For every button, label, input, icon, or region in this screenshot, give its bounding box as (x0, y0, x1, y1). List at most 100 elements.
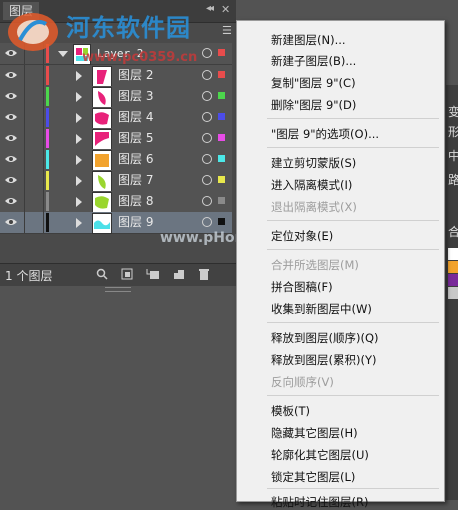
expand-arrow-icon[interactable] (76, 71, 82, 81)
expand-arrow-icon[interactable] (76, 113, 82, 123)
selection-indicator[interactable] (218, 176, 225, 183)
color-swatch[interactable] (448, 274, 458, 286)
menu-separator (267, 147, 439, 148)
layer-row[interactable]: 图层 7 (0, 170, 232, 192)
menu-separator (267, 395, 439, 396)
menu-separator (267, 220, 439, 221)
expand-arrow-icon[interactable] (76, 197, 82, 207)
layer-row[interactable]: 图层 3 (0, 86, 232, 108)
side-panel-text: 合 (448, 225, 458, 239)
visibility-eye-icon[interactable] (5, 112, 17, 122)
menu-item[interactable]: "图层 9"的选项(O)... (271, 127, 379, 142)
menu-separator (267, 488, 439, 489)
layer-thumbnail (92, 171, 112, 192)
collapse-panel-icon[interactable]: ◂◂ (206, 3, 214, 14)
expand-arrow-icon[interactable] (76, 155, 82, 165)
selection-indicator[interactable] (218, 134, 225, 141)
menu-item[interactable]: 收集到新图层中(W) (271, 302, 372, 317)
layer-thumbnail (92, 192, 112, 213)
visibility-eye-icon[interactable] (5, 133, 17, 143)
menu-item[interactable]: 复制"图层 9"(C) (271, 76, 356, 91)
menu-item[interactable]: 粘贴时记住图层(R) (271, 495, 368, 510)
column-divider (43, 191, 44, 212)
menu-item: 合并所选图层(M) (271, 258, 359, 272)
menu-item[interactable]: 新建图层(N)... (271, 33, 346, 48)
selection-indicator[interactable] (218, 71, 225, 78)
target-circle-icon[interactable] (202, 217, 212, 227)
layer-row[interactable]: 图层 4 (0, 107, 232, 129)
column-divider (43, 107, 44, 128)
layer-color-bar (46, 150, 49, 169)
visibility-eye-icon[interactable] (5, 217, 17, 227)
menu-item[interactable]: 删除"图层 9"(D) (271, 98, 356, 113)
color-swatch[interactable] (448, 248, 458, 260)
column-divider (24, 212, 25, 233)
menu-item[interactable]: 拼合图稿(F) (271, 280, 333, 295)
visibility-eye-icon[interactable] (5, 175, 17, 185)
layer-row[interactable]: 图层 5 (0, 128, 232, 150)
layer-name: 图层 7 (118, 173, 154, 187)
target-circle-icon[interactable] (202, 154, 212, 164)
color-swatch[interactable] (448, 261, 458, 273)
panel-footer: 1 个图层 (0, 263, 236, 286)
panel-menu-icon[interactable]: ☰ (222, 24, 234, 38)
target-circle-icon[interactable] (202, 91, 212, 101)
target-circle-icon[interactable] (202, 133, 212, 143)
menu-separator (267, 249, 439, 250)
layer-row[interactable]: 图层 2 (0, 65, 232, 87)
target-circle-icon[interactable] (202, 112, 212, 122)
column-divider (24, 170, 25, 191)
menu-item[interactable]: 锁定其它图层(L) (271, 470, 355, 485)
expand-arrow-icon[interactable] (76, 218, 82, 228)
column-divider (43, 149, 44, 170)
delete-icon[interactable] (197, 268, 211, 282)
watermark-title: 河东软件园 (66, 14, 191, 42)
target-circle-icon[interactable] (202, 70, 212, 80)
target-circle-icon[interactable] (202, 175, 212, 185)
side-swatch-column (448, 248, 458, 300)
layer-row[interactable]: 图层 8 (0, 191, 232, 213)
new-sublayer-icon[interactable] (146, 268, 160, 282)
layer-thumbnail (92, 108, 112, 129)
new-layer-icon[interactable] (172, 268, 186, 282)
selection-indicator[interactable] (218, 113, 225, 120)
layer-thumbnail (92, 150, 112, 171)
panel-resize-handle[interactable] (105, 287, 131, 292)
column-divider (24, 128, 25, 149)
layer-row[interactable]: 图层 6 (0, 149, 232, 171)
visibility-eye-icon[interactable] (5, 196, 17, 206)
close-panel-icon[interactable]: ✕ (221, 3, 230, 16)
menu-item[interactable]: 建立剪切蒙版(S) (271, 156, 356, 171)
selection-indicator[interactable] (218, 49, 225, 56)
selection-indicator[interactable] (218, 92, 225, 99)
column-divider (24, 191, 25, 212)
target-circle-icon[interactable] (202, 48, 212, 58)
make-clip-mask-icon[interactable] (120, 268, 134, 282)
menu-item[interactable]: 进入隔离模式(I) (271, 178, 352, 193)
target-circle-icon[interactable] (202, 196, 212, 206)
color-swatch[interactable] (448, 287, 458, 299)
layer-name: 图层 6 (118, 152, 154, 166)
visibility-eye-icon[interactable] (5, 70, 17, 80)
menu-item[interactable]: 隐藏其它图层(H) (271, 426, 358, 441)
expand-arrow-icon[interactable] (76, 176, 82, 186)
layer-name: 图层 2 (118, 68, 154, 82)
selection-indicator[interactable] (218, 197, 225, 204)
selection-indicator[interactable] (218, 218, 225, 225)
layer-color-bar (46, 171, 49, 190)
menu-item[interactable]: 模板(T) (271, 404, 310, 419)
visibility-eye-icon[interactable] (5, 154, 17, 164)
menu-item[interactable]: 新建子图层(B)... (271, 54, 356, 69)
selection-indicator[interactable] (218, 155, 225, 162)
layer-color-bar (46, 108, 49, 127)
search-icon[interactable] (95, 268, 109, 282)
menu-item[interactable]: 轮廓化其它图层(U) (271, 448, 369, 463)
menu-item[interactable]: 释放到图层(累积)(Y) (271, 353, 376, 368)
expand-arrow-icon[interactable] (76, 134, 82, 144)
menu-item[interactable]: 定位对象(E) (271, 229, 333, 244)
column-divider (43, 65, 44, 86)
visibility-eye-icon[interactable] (5, 91, 17, 101)
column-divider (24, 86, 25, 107)
expand-arrow-icon[interactable] (76, 92, 82, 102)
menu-item[interactable]: 释放到图层(顺序)(Q) (271, 331, 379, 346)
